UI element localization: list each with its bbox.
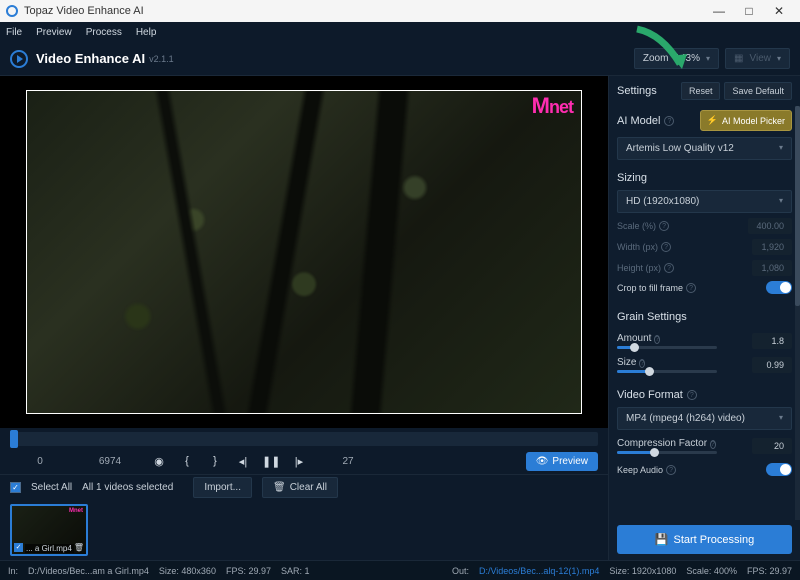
app-title: Video Enhance AI xyxy=(36,51,145,66)
grid-icon: ▦ xyxy=(734,53,743,64)
compression-value: 20 xyxy=(752,438,792,454)
playback-controls: 0 6974 ◉ { } ◂| ❚❚ |▸ 27 👁 Preview xyxy=(0,448,608,474)
zoom-dropdown[interactable]: Zoom 143% ▾ xyxy=(634,48,719,69)
pause-icon[interactable]: ❚❚ xyxy=(262,455,280,468)
import-button[interactable]: Import... xyxy=(193,477,252,498)
selected-count: All 1 videos selected xyxy=(82,482,173,493)
in-size: Size: 480x360 xyxy=(159,566,216,576)
format-label: Video Format? xyxy=(617,389,792,401)
video-preview[interactable]: Mnet xyxy=(0,76,608,428)
selection-bar: ✓ Select All All 1 videos selected Impor… xyxy=(0,474,608,500)
grain-size-slider[interactable]: Size ? xyxy=(617,357,717,373)
end-frame: 6974 xyxy=(80,456,140,467)
grain-amount-value: 1.8 xyxy=(752,333,792,349)
size-preset-dropdown[interactable]: HD (1920x1080) ▾ xyxy=(617,190,792,213)
height-value: 1,080 xyxy=(752,260,792,276)
keep-audio-label: Keep Audio? xyxy=(617,465,676,475)
step-back-icon[interactable]: ◂| xyxy=(234,455,252,468)
in-fps: FPS: 29.97 xyxy=(226,566,271,576)
out-fps: FPS: 29.97 xyxy=(747,566,792,576)
in-path: D:/Videos/Bec...am a Girl.mp4 xyxy=(28,566,149,576)
scale-label: Scale (%)? xyxy=(617,221,669,231)
format-dropdown[interactable]: MP4 (mpeg4 (h264) video) ▾ xyxy=(617,407,792,430)
camera-icon[interactable]: ◉ xyxy=(150,455,168,468)
view-label: View xyxy=(749,53,771,64)
sizing-label: Sizing xyxy=(617,172,792,184)
trash-icon: 🗑 xyxy=(273,482,286,493)
select-all-label[interactable]: Select All xyxy=(31,482,72,493)
step-forward-icon[interactable]: |▸ xyxy=(290,455,308,468)
video-frame: Mnet xyxy=(26,90,582,414)
thumbnail-name: ... a Girl.mp4 xyxy=(25,544,74,553)
chevron-down-icon: ▾ xyxy=(779,143,783,154)
chevron-down-icon: ▾ xyxy=(779,196,783,207)
thumbnail-checkbox[interactable]: ✓ xyxy=(14,543,23,552)
menubar: File Preview Process Help xyxy=(0,22,800,42)
width-value: 1,920 xyxy=(752,239,792,255)
settings-title: Settings xyxy=(617,85,657,97)
statusbar: In: D:/Videos/Bec...am a Girl.mp4 Size: … xyxy=(0,560,800,580)
menu-help[interactable]: Help xyxy=(136,27,157,38)
menu-file[interactable]: File xyxy=(6,27,22,38)
chevron-down-icon: ▾ xyxy=(777,54,781,63)
zoom-label: Zoom xyxy=(643,53,669,64)
zoom-value: 143% xyxy=(674,53,700,64)
chevron-down-icon: ▾ xyxy=(706,54,710,63)
out-size: Size: 1920x1080 xyxy=(609,566,676,576)
ai-model-picker-button[interactable]: ⚡AI Model Picker xyxy=(700,110,792,131)
ai-model-dropdown[interactable]: Artemis Low Quality v12 ▾ xyxy=(617,137,792,160)
in-label: In: xyxy=(8,566,18,576)
crop-toggle[interactable] xyxy=(766,281,792,294)
out-label: Out: xyxy=(452,566,469,576)
watermark-logo: Mnet xyxy=(532,93,573,119)
width-label: Width (px)? xyxy=(617,242,671,252)
logo-icon xyxy=(10,50,28,68)
eye-icon: 👁 xyxy=(536,456,549,467)
video-thumbnail[interactable]: Mnet ✓ ... a Girl.mp4 🗑 xyxy=(10,504,88,556)
timeline-handle[interactable] xyxy=(10,430,18,448)
preview-button[interactable]: 👁 Preview xyxy=(526,452,598,471)
grain-label: Grain Settings xyxy=(617,311,792,323)
close-button[interactable]: ✕ xyxy=(764,4,794,18)
in-sar: SAR: 1 xyxy=(281,566,310,576)
thumbnail-delete-icon[interactable]: 🗑 xyxy=(74,543,84,552)
timeline-slider[interactable] xyxy=(10,432,598,446)
window-title: Topaz Video Enhance AI xyxy=(24,5,144,17)
lightning-icon: ⚡ xyxy=(707,115,718,126)
menu-preview[interactable]: Preview xyxy=(36,27,72,38)
window-titlebar: Topaz Video Enhance AI — □ ✕ xyxy=(0,0,800,22)
mark-in-icon[interactable]: { xyxy=(178,455,196,467)
clear-all-button[interactable]: 🗑Clear All xyxy=(262,477,338,498)
mark-out-icon[interactable]: } xyxy=(206,455,224,467)
out-path-link[interactable]: D:/Videos/Bec...alq-12(1).mp4 xyxy=(479,566,599,576)
save-icon: 💾 xyxy=(655,533,669,546)
start-frame: 0 xyxy=(10,456,70,467)
compression-slider[interactable]: Compression Factor ? xyxy=(617,438,717,454)
out-scale: Scale: 400% xyxy=(686,566,737,576)
keep-audio-toggle[interactable] xyxy=(766,463,792,476)
settings-scrollbar[interactable] xyxy=(795,106,800,520)
view-dropdown[interactable]: ▦ View ▾ xyxy=(725,48,790,69)
grain-size-value: 0.99 xyxy=(752,357,792,373)
settings-panel: Settings Reset Save Default AI Model? ⚡A… xyxy=(608,76,800,560)
help-icon[interactable]: ? xyxy=(664,116,674,126)
maximize-button[interactable]: □ xyxy=(734,4,764,18)
reset-button[interactable]: Reset xyxy=(681,82,721,100)
select-all-checkbox[interactable]: ✓ xyxy=(10,482,21,493)
save-default-button[interactable]: Save Default xyxy=(724,82,792,100)
app-version: v2.1.1 xyxy=(149,54,174,64)
app-icon xyxy=(6,5,18,17)
current-frame: 27 xyxy=(318,456,378,467)
crop-label: Crop to fill frame? xyxy=(617,283,696,293)
app-header: Video Enhance AI v2.1.1 Zoom 143% ▾ ▦ Vi… xyxy=(0,42,800,76)
start-processing-button[interactable]: 💾 Start Processing xyxy=(617,525,792,554)
height-label: Height (px)? xyxy=(617,263,674,273)
ai-model-label: AI Model? xyxy=(617,115,694,127)
video-thumbnails: Mnet ✓ ... a Girl.mp4 🗑 xyxy=(0,500,608,560)
grain-amount-slider[interactable]: Amount ? xyxy=(617,333,717,349)
chevron-down-icon: ▾ xyxy=(779,413,783,424)
menu-process[interactable]: Process xyxy=(86,27,122,38)
minimize-button[interactable]: — xyxy=(704,4,734,18)
scale-value: 400.00 xyxy=(748,218,792,234)
